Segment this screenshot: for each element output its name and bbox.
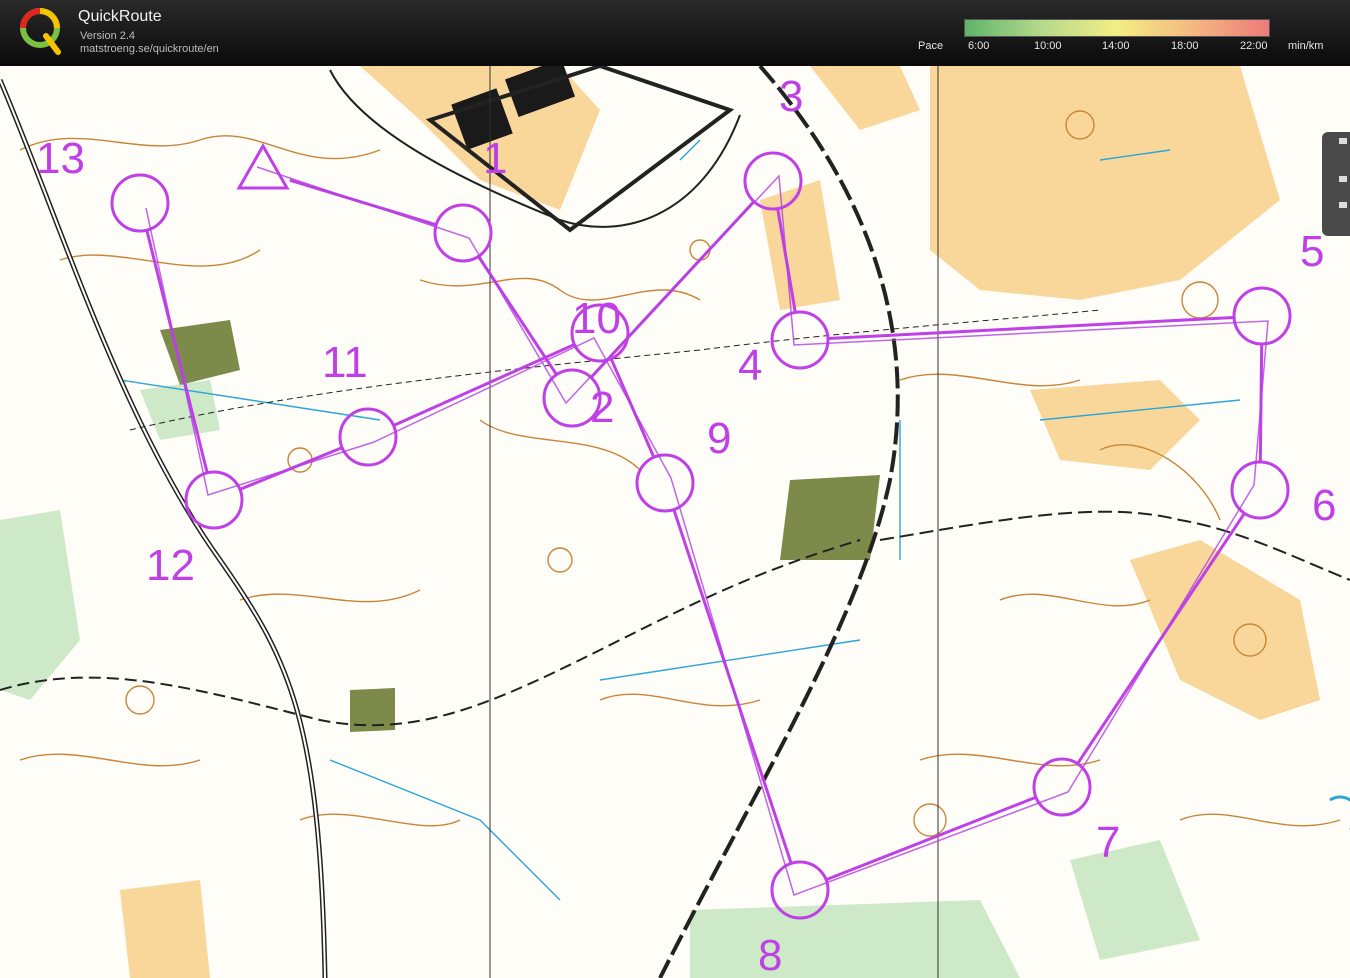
map-scroll-widget[interactable]	[1322, 132, 1350, 236]
control-circle-5[interactable]	[1232, 286, 1292, 346]
control-number-3: 3	[779, 72, 803, 121]
app-header: QuickRoute Version 2.4 matstroeng.se/qui…	[0, 0, 1350, 66]
control-number-4: 4	[738, 341, 762, 390]
control-number-6: 6	[1312, 481, 1336, 530]
control-number-7: 7	[1096, 818, 1120, 867]
scroll-down-icon[interactable]	[1339, 202, 1347, 208]
orienteering-map[interactable]: 1 2 3 4 5 6 7 8 9 10 11 12 13	[0, 66, 1350, 978]
control-number-9: 9	[707, 414, 731, 463]
pace-tick: 6:00	[968, 40, 990, 52]
scroll-up-icon[interactable]	[1339, 138, 1347, 144]
control-circle-6[interactable]	[1230, 460, 1290, 520]
open-land-areas	[120, 66, 1320, 978]
control-circle-9[interactable]	[635, 453, 695, 513]
pace-label: Pace	[918, 40, 944, 52]
control-circle-4[interactable]	[770, 310, 830, 370]
control-number-5: 5	[1300, 227, 1324, 276]
control-circle-1[interactable]	[433, 203, 493, 263]
pace-tick: 22:00	[1240, 40, 1268, 52]
control-number-1: 1	[483, 134, 507, 183]
app-url[interactable]: matstroeng.se/quickroute/en	[80, 43, 219, 55]
control-number-12: 12	[146, 541, 195, 590]
app-version: Version 2.4	[80, 30, 136, 42]
control-number-13: 13	[36, 134, 85, 183]
control-number-8: 8	[758, 931, 782, 978]
app-title: QuickRoute	[78, 8, 162, 25]
control-number-11: 11	[322, 338, 368, 387]
pace-tick: 10:00	[1034, 40, 1062, 52]
control-number-2: 2	[590, 383, 614, 432]
pace-tick: 18:00	[1171, 40, 1199, 52]
scroll-mid-icon[interactable]	[1339, 176, 1347, 182]
quickroute-logo-icon	[20, 8, 61, 55]
map-canvas: 12345678910111213	[0, 66, 1350, 978]
control-number-10: 10	[572, 294, 621, 343]
pace-color-scale	[964, 19, 1270, 37]
start-triangle-icon	[236, 142, 290, 190]
control-circle-11[interactable]	[338, 407, 398, 467]
control-circle-7[interactable]	[1032, 757, 1092, 817]
course-leg	[825, 795, 1037, 882]
pace-unit: min/km	[1288, 40, 1324, 52]
control-circle-12[interactable]	[184, 470, 244, 530]
control-circle-13[interactable]	[110, 173, 170, 233]
pace-tick: 14:00	[1102, 40, 1130, 52]
